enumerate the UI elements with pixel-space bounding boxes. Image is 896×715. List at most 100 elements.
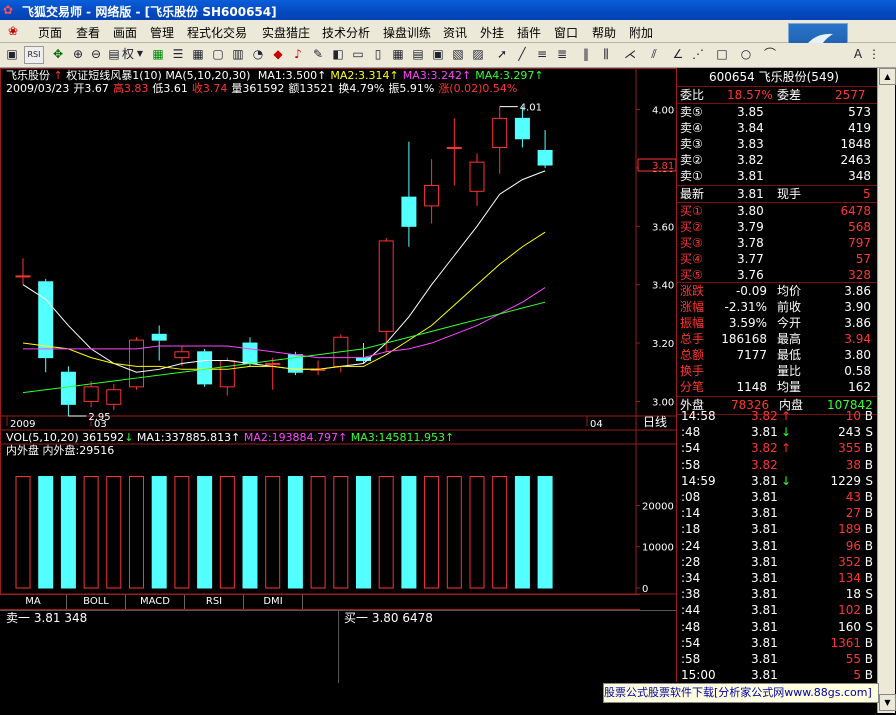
rect-tool-icon[interactable]: □ <box>714 46 730 62</box>
layout-icon[interactable]: ▭ <box>350 46 366 62</box>
tick-volume: 134 <box>838 571 861 585</box>
pen-icon[interactable]: ✎ <box>310 46 326 62</box>
tick-volume: 55 <box>845 652 861 666</box>
menu-info[interactable]: 资讯 <box>443 24 467 41</box>
green-tool-icon[interactable]: ▦ <box>150 46 166 62</box>
parallel-tool-icon[interactable]: ⫽ <box>646 46 662 62</box>
rsi-button[interactable]: RSI <box>24 46 44 64</box>
down-arrow-icon: ↓ <box>124 431 134 444</box>
angle-tool-icon[interactable]: ∠ <box>670 46 686 62</box>
line-tool-icon[interactable]: ╱ <box>514 46 530 62</box>
buy-level-row: 买① 3.80 6478 <box>677 203 877 219</box>
buy-level-vol: 6478 <box>840 204 871 218</box>
more-tools-icon[interactable]: ⋮ <box>866 46 882 62</box>
scroll-down-icon[interactable]: ▼ <box>879 694 896 711</box>
menu-canvas[interactable]: 画面 <box>113 24 137 41</box>
fan-tool-icon[interactable]: ⋌ <box>622 46 638 62</box>
bar-info-2: 开3.67 <box>73 82 109 95</box>
candle-down <box>151 333 167 341</box>
scroll-up-icon[interactable]: ▲ <box>879 68 896 85</box>
cursor-icon[interactable]: ➚ <box>494 46 510 62</box>
tick-price: 3.81 <box>751 473 778 488</box>
pie-icon[interactable]: ◔ <box>250 46 266 62</box>
tick-volume: 160 <box>838 619 861 634</box>
calc-icon[interactable]: ▧ <box>450 46 466 62</box>
menu-manage[interactable]: 管理 <box>150 24 174 41</box>
quan-button[interactable]: 权 <box>122 46 134 62</box>
menu-hunt[interactable]: 实盘猎庄 <box>262 24 310 41</box>
tick-time: :24 <box>681 538 701 553</box>
tick-time: :08 <box>681 490 701 504</box>
menu-view[interactable]: 查看 <box>76 24 100 41</box>
tick-row: :58 3.82 38 B <box>677 457 877 473</box>
grid-icon[interactable]: ▦ <box>190 46 206 62</box>
alert-icon[interactable]: ◆ <box>270 46 286 62</box>
channel-tool-icon[interactable]: ≣ <box>554 46 570 62</box>
tick-row: :58 3.81 55 B <box>677 651 877 667</box>
menu-page[interactable]: 页面 <box>38 24 62 41</box>
zoom-out-icon[interactable]: ⊖ <box>88 46 104 62</box>
kline-chart[interactable]: 4.003.803.603.403.203.003.81200903044.01… <box>0 68 677 662</box>
chart-icon[interactable]: ▣ <box>430 46 446 62</box>
menu-app-icon[interactable]: ❀ <box>8 24 18 38</box>
menu-program-trade[interactable]: 程式化交易 <box>187 24 247 41</box>
table-icon[interactable]: ▦ <box>390 46 406 62</box>
menu-plugin-ext[interactable]: 外挂 <box>480 24 504 41</box>
vlines-tool-icon[interactable]: ‖ <box>578 46 594 62</box>
bell-icon[interactable]: ♪ <box>290 46 306 62</box>
menu-plugin[interactable]: 插件 <box>517 24 541 41</box>
sell-level-row: 卖④ 3.84 419 <box>677 120 877 136</box>
split-icon[interactable]: ▯ <box>370 46 386 62</box>
up-arrow-icon: ↑ <box>445 431 455 444</box>
price-tick-label: 3.00 <box>652 397 674 408</box>
export-icon[interactable]: ▨ <box>470 46 486 62</box>
zoom-in-icon[interactable]: ⊕ <box>70 46 86 62</box>
tick-price: 3.81 <box>751 668 778 683</box>
window-icon[interactable]: ▢ <box>210 46 226 62</box>
ellipse-tool-icon[interactable]: ○ <box>738 46 754 62</box>
move-icon[interactable]: ✥ <box>50 46 66 62</box>
vol-ma3: MA3:145811.953 <box>350 431 445 444</box>
open-icon[interactable]: ▣ <box>4 46 20 62</box>
tick-price: 3.81 <box>751 603 778 618</box>
tick-row: :44 3.81 102 B <box>677 602 877 618</box>
report-icon[interactable]: ▤ <box>410 46 426 62</box>
candle-up <box>174 351 190 359</box>
eraser-icon[interactable]: ◧ <box>330 46 346 62</box>
vol-tick-label: 10000 <box>642 543 674 554</box>
footer-ad[interactable]: 股票公式股票软件下载[分析家公式网www.88gs.com] <box>603 683 879 703</box>
status-divider <box>338 611 339 683</box>
zigzag-tool-icon[interactable]: ⋰ <box>690 46 706 62</box>
buy-level-label: 买④ <box>680 252 703 266</box>
menu-window[interactable]: 窗口 <box>554 24 578 41</box>
tab-ma[interactable]: MA <box>0 595 67 609</box>
tab-macd[interactable]: MACD <box>126 595 185 609</box>
tile-icon[interactable]: ▥ <box>230 46 246 62</box>
vol-bar-up <box>424 476 440 589</box>
period-label[interactable]: 日线 <box>643 416 667 429</box>
hline-tool-icon[interactable]: ≡ <box>534 46 550 62</box>
tab-rsi[interactable]: RSI <box>185 595 244 609</box>
period-icon[interactable]: ▤ <box>106 46 122 62</box>
menu-training[interactable]: 操盘训练 <box>383 24 431 41</box>
tab-boll[interactable]: BOLL <box>67 595 126 609</box>
chevron-down-icon[interactable]: ▼ <box>136 46 144 62</box>
tick-price: 3.81 <box>751 587 778 602</box>
tick-time: :44 <box>681 603 701 618</box>
tick-time: :28 <box>681 554 701 569</box>
buy-level-label: 买② <box>680 220 703 234</box>
quote-panel: 600654 飞乐股份(549) 委比 18.57% 委差 2577 卖⑤ 3.8… <box>677 68 877 682</box>
tab-dmi[interactable]: DMI <box>244 595 303 609</box>
list-icon[interactable]: ☰ <box>170 46 186 62</box>
vol-bar-up <box>15 476 31 589</box>
vertical-scrollbar[interactable]: ▲ ▼ <box>877 68 896 713</box>
arc-tool-icon[interactable]: ⌒ <box>762 46 778 62</box>
text-tool-icon[interactable]: A <box>850 46 866 62</box>
sell-level-vol: 419 <box>848 121 871 135</box>
stat-value: 186168 <box>721 332 767 346</box>
fib-tool-icon[interactable]: ⫼ <box>598 46 614 62</box>
menu-tech[interactable]: 技术分析 <box>322 24 370 41</box>
menu-extra[interactable]: 附加 <box>629 24 653 41</box>
panel-divider <box>676 68 677 682</box>
menu-help[interactable]: 帮助 <box>592 24 616 41</box>
